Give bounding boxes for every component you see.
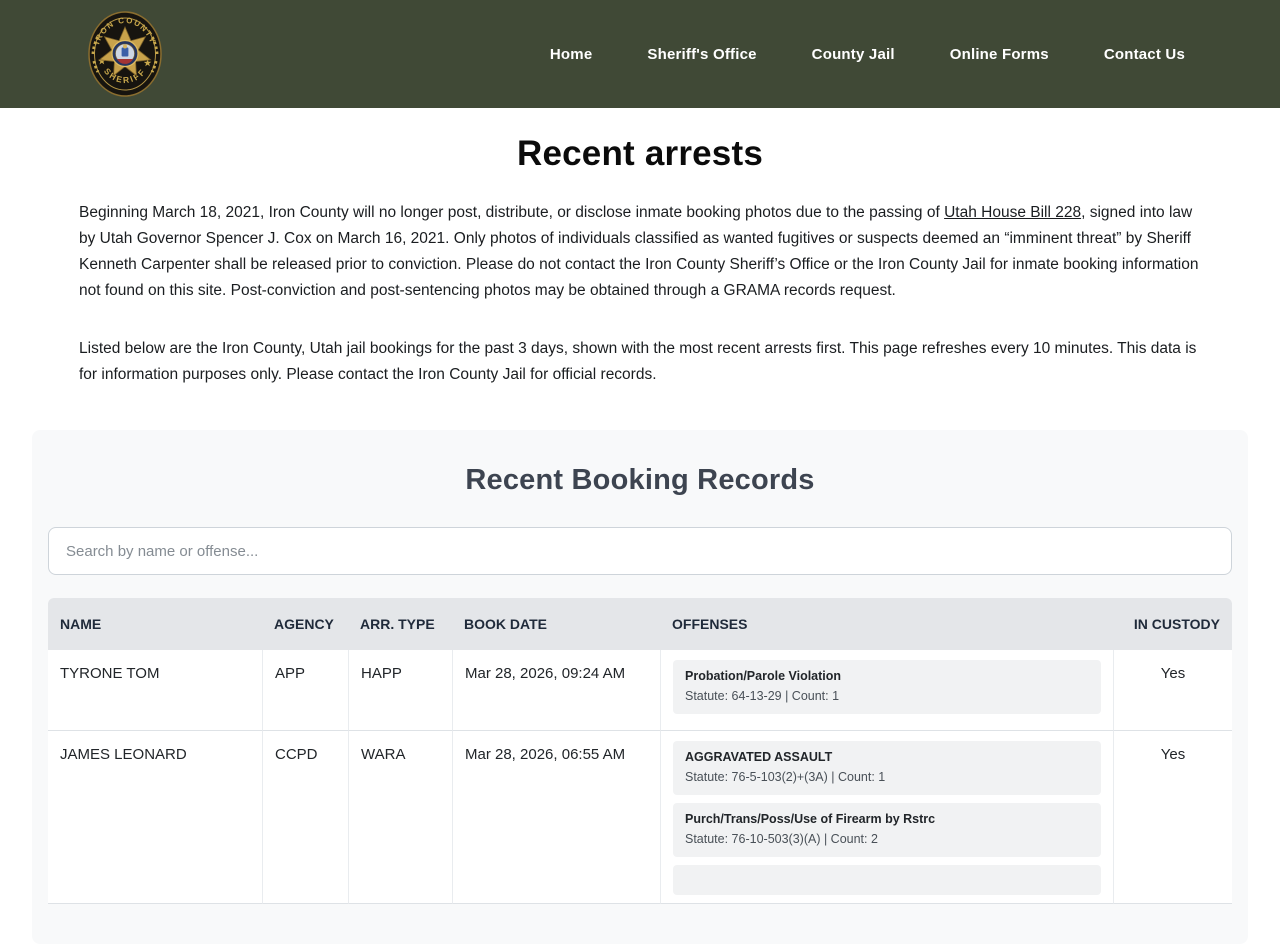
offense-statute: Statute: 64-13-29 | Count: 1 bbox=[685, 689, 840, 704]
nav-online-forms[interactable]: Online Forms bbox=[950, 46, 1049, 63]
second-paragraph: Listed below are the Iron County, Utah j… bbox=[79, 340, 1197, 383]
offense-item: Purch/Trans/Poss/Use of Firearm by Rstrc… bbox=[673, 802, 1101, 857]
offense-title: Probation/Parole Violation bbox=[685, 669, 842, 683]
header-in-custody: IN CUSTODY bbox=[1113, 598, 1232, 650]
nav-sheriffs-office[interactable]: Sheriff's Office bbox=[647, 46, 756, 63]
cell-arr-type: WARA bbox=[348, 730, 452, 904]
page-title: Recent arrests bbox=[517, 134, 763, 173]
header-row: NAME AGENCY ARR. TYPE BOOK DATE OFFENSES… bbox=[48, 598, 1232, 650]
table-row: JAMES LEONARD CCPD WARA Mar 28, 2026, 06… bbox=[48, 730, 1232, 904]
cell-book-date: Mar 28, 2026, 09:24 AM bbox=[452, 650, 660, 731]
main-content: Recent arrests Beginning March 18, 2021,… bbox=[0, 134, 1280, 944]
search-input[interactable] bbox=[48, 527, 1232, 575]
intro-paragraph: Beginning March 18, 2021, Iron County wi… bbox=[79, 200, 1201, 304]
nav-home[interactable]: Home bbox=[550, 46, 592, 63]
table-row: TYRONE TOM APP HAPP Mar 28, 2026, 09:24 … bbox=[48, 650, 1232, 731]
booking-table: NAME AGENCY ARR. TYPE BOOK DATE OFFENSES… bbox=[48, 598, 1232, 904]
booking-records-section: Recent Booking Records NAME AGENCY ARR. … bbox=[32, 430, 1248, 944]
nav-contact-us[interactable]: Contact Us bbox=[1104, 46, 1185, 63]
cell-offenses: Probation/Parole Violation Statute: 64-1… bbox=[660, 650, 1113, 731]
booking-table-header: NAME AGENCY ARR. TYPE BOOK DATE OFFENSES… bbox=[48, 598, 1232, 650]
offense-statute: Statute: 76-10-503(3)(A) | Count: 2 bbox=[685, 831, 878, 846]
header-name: NAME bbox=[48, 598, 262, 650]
cell-agency: APP bbox=[262, 650, 348, 731]
cell-name: JAMES LEONARD bbox=[48, 730, 262, 904]
cell-name: TYRONE TOM bbox=[48, 650, 262, 731]
offense-item: Probation/Parole Violation Statute: 64-1… bbox=[673, 660, 1101, 714]
cell-offenses: AGGRAVATED ASSAULT Statute: 76-5-103(2)+… bbox=[660, 730, 1113, 904]
header-agency: AGENCY bbox=[262, 598, 348, 650]
cell-agency: CCPD bbox=[262, 730, 348, 904]
sheriff-badge-icon: IRON COUNTY ★ SHERIFF ★ bbox=[88, 11, 162, 97]
cell-arr-type: HAPP bbox=[348, 650, 452, 731]
offense-title: Purch/Trans/Poss/Use of Firearm by Rstrc bbox=[685, 811, 936, 826]
nav-county-jail[interactable]: County Jail bbox=[812, 46, 895, 63]
offense-item: AGGRAVATED ASSAULT Statute: 76-5-103(2)+… bbox=[673, 740, 1101, 795]
utah-house-bill-link[interactable]: Utah House Bill 228 bbox=[944, 204, 1081, 221]
main-nav: Home Sheriff's Office County Jail Online… bbox=[550, 46, 1185, 63]
cell-book-date: Mar 28, 2026, 06:55 AM bbox=[452, 730, 660, 904]
cell-in-custody: Yes bbox=[1113, 730, 1232, 904]
intro-text-before-link: Beginning March 18, 2021, Iron County wi… bbox=[79, 204, 945, 221]
site-header: IRON COUNTY ★ SHERIFF ★ Home Sheriff's O… bbox=[0, 0, 1280, 108]
header-arr-type: ARR. TYPE bbox=[348, 598, 452, 650]
booking-records-title: Recent Booking Records bbox=[465, 464, 815, 496]
header-book-date: BOOK DATE bbox=[452, 598, 660, 650]
offense-item-partially-visible bbox=[673, 864, 1101, 895]
offense-statute: Statute: 76-5-103(2)+(3A) | Count: 1 bbox=[685, 770, 886, 784]
offense-title: AGGRAVATED ASSAULT bbox=[685, 749, 833, 764]
header-offenses: OFFENSES bbox=[660, 598, 1113, 650]
sheriff-badge-logo: IRON COUNTY ★ SHERIFF ★ bbox=[88, 11, 162, 97]
cell-in-custody: Yes bbox=[1113, 650, 1232, 731]
